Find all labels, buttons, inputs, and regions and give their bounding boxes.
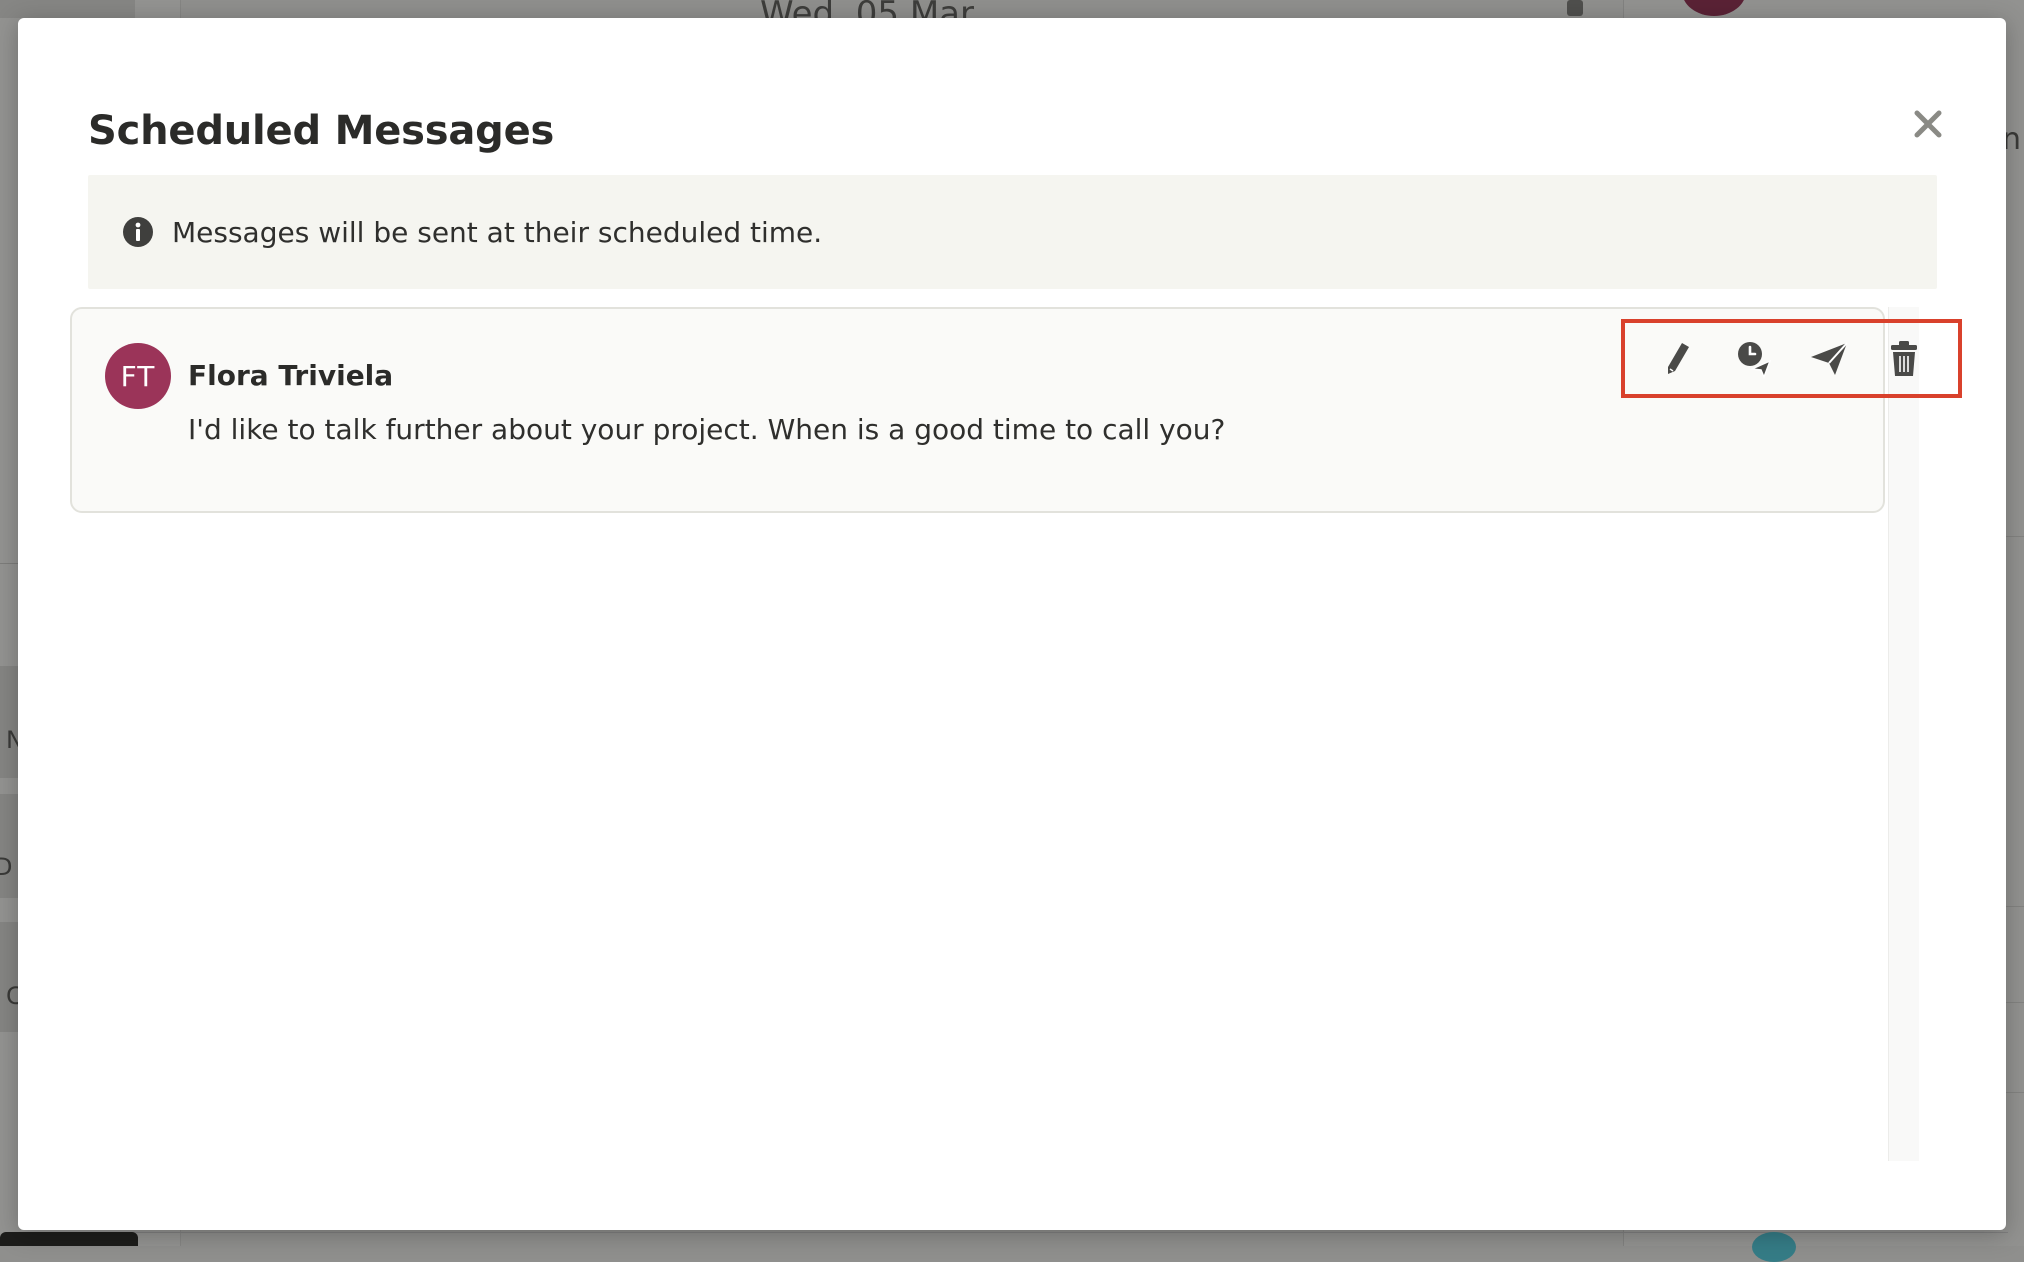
info-banner-text: Messages will be sent at their scheduled… [172,215,823,249]
close-icon [1914,110,1942,138]
message-actions-toolbar [1621,319,1962,398]
avatar: FT [105,343,171,409]
scheduled-messages-modal: Scheduled Messages Messages will be sent… [18,18,2006,1230]
paper-plane-icon [1811,341,1848,375]
background-divider [0,563,18,564]
message-text: I'd like to talk further about your proj… [188,413,1226,446]
background-left-letter: D [0,853,13,881]
info-banner: Messages will be sent at their scheduled… [88,175,1937,289]
background-left-band [0,666,18,778]
edit-button[interactable] [1651,331,1707,387]
modal-title: Scheduled Messages [88,108,555,154]
background-bottom-tab [0,1232,138,1246]
close-button[interactable] [1898,94,1958,154]
pencil-icon [1667,342,1689,374]
background-left-band [0,794,18,898]
send-now-button[interactable] [1801,331,1857,387]
reschedule-button[interactable] [1726,331,1782,387]
trash-icon [1891,340,1918,376]
message-list-scrollbar[interactable] [1888,307,1919,1161]
scheduled-message-card: FT Flora Triviela I'd like to talk furth… [70,307,1962,513]
background-divider [18,1232,2008,1233]
delete-button[interactable] [1876,331,1932,387]
clock-send-icon [1737,341,1772,379]
background-scrollbar [1567,0,1583,16]
info-icon [122,216,154,248]
background-left-band [0,922,18,1032]
background-avatar [1752,1232,1796,1262]
sender-name: Flora Triviela [188,359,394,392]
background-left-tab [0,0,135,18]
